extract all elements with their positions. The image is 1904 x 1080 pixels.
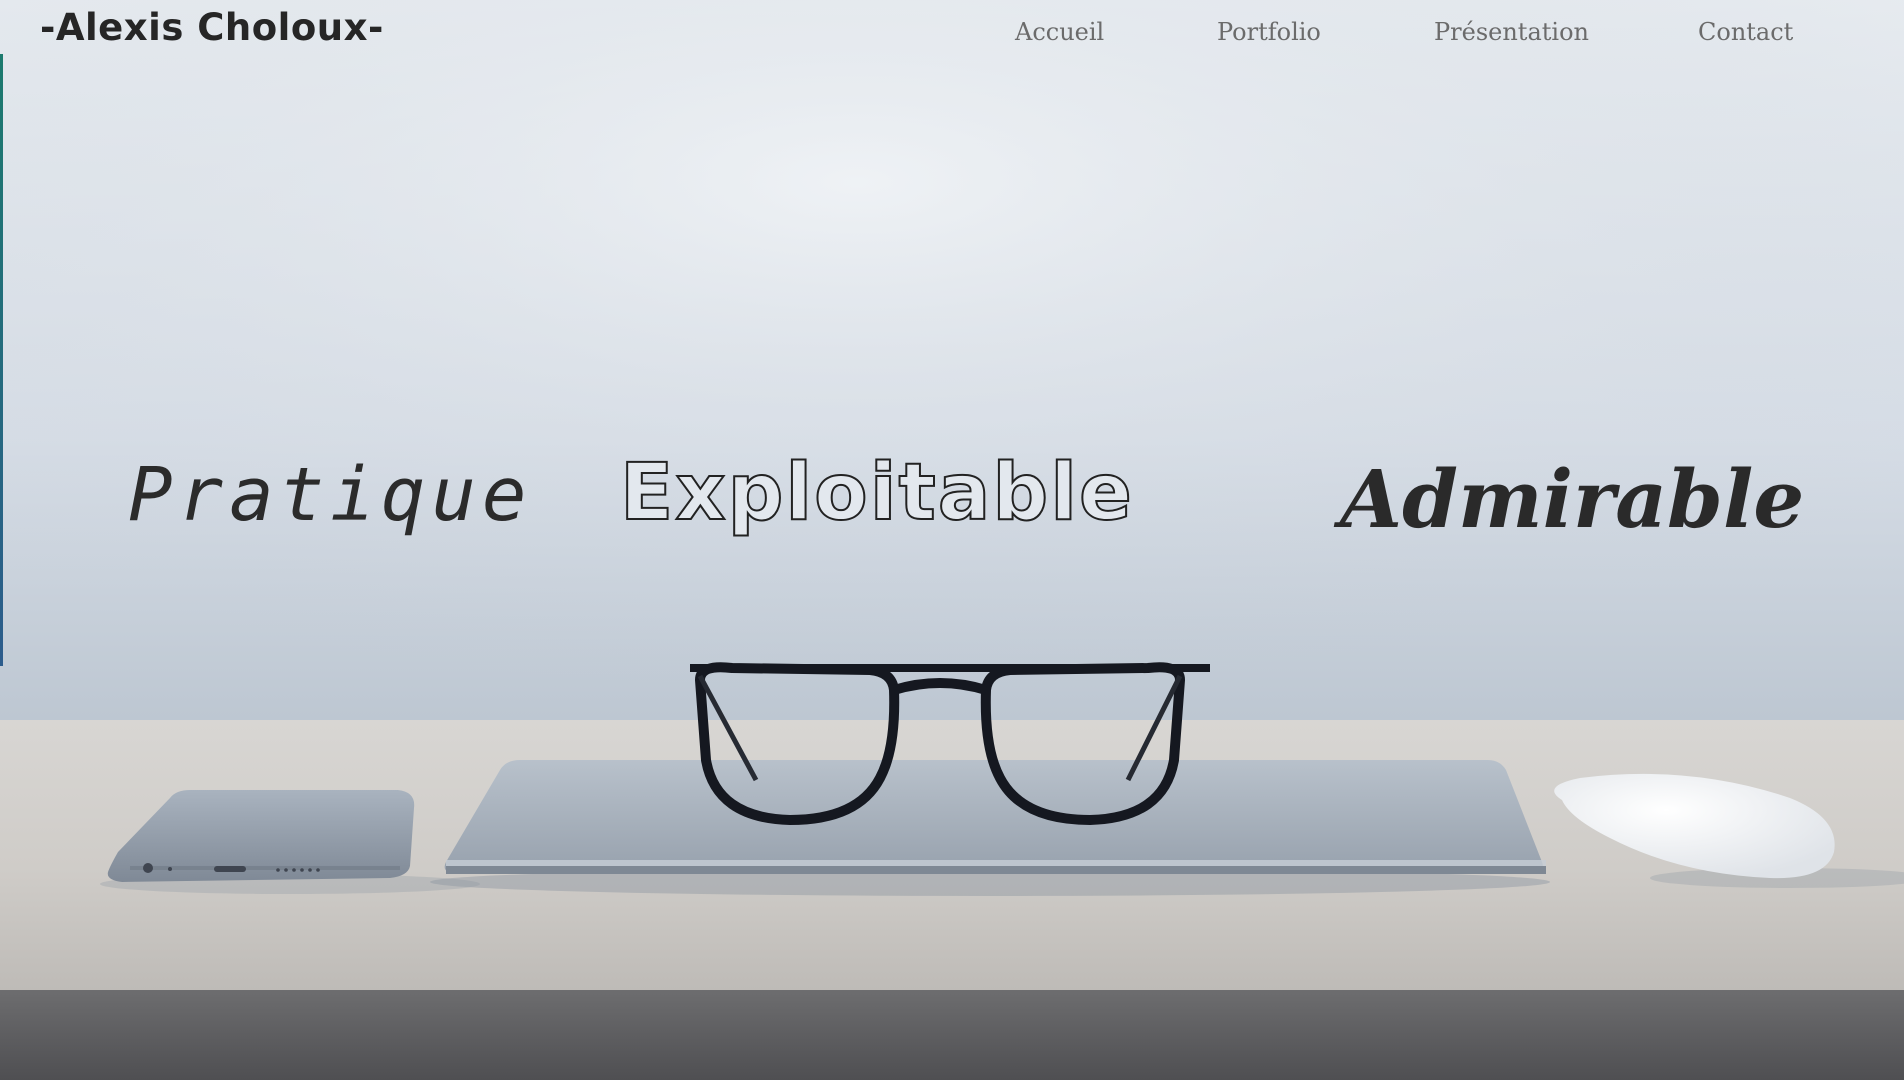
hero-word-exploitable: Exploitable — [619, 447, 1134, 539]
page: -Alexis Choloux- Accueil Portfolio Prése… — [0, 0, 1904, 1080]
left-edge-accent — [0, 54, 3, 666]
nav-link-accueil[interactable]: Accueil — [1015, 18, 1104, 46]
nav-link-portfolio[interactable]: Portfolio — [1217, 18, 1321, 46]
nav-link-contact[interactable]: Contact — [1698, 18, 1793, 46]
hero-word-pratique: Pratique — [128, 452, 533, 538]
nav-link-presentation[interactable]: Présentation — [1434, 18, 1589, 46]
hero-word-admirable: Admirable — [1340, 452, 1805, 546]
main-nav: Accueil Portfolio Présentation Contact — [0, 18, 1904, 58]
